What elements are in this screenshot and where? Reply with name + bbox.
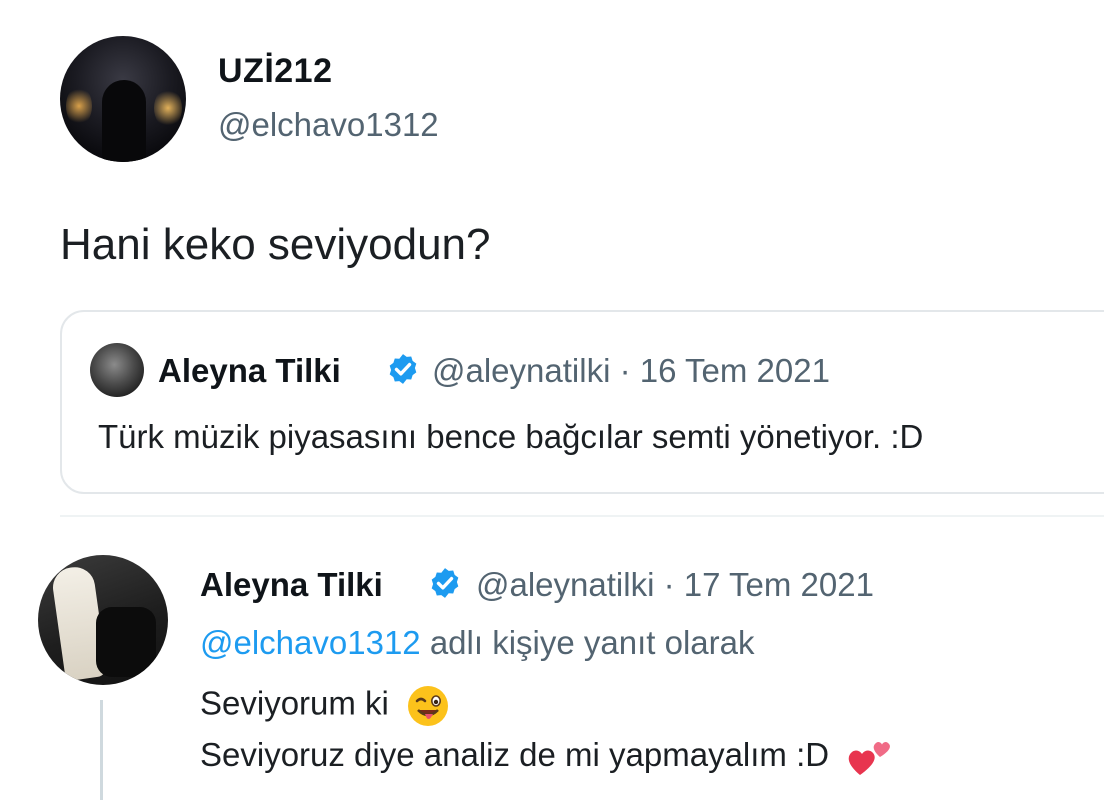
quoted-author-handle: @aleynatilki (432, 352, 611, 389)
quoted-tweet-card[interactable] (60, 310, 1104, 494)
replying-to-line: @elchavo1312 adlı kişiye yanıt olarak (200, 624, 754, 662)
verified-badge-icon (431, 568, 459, 598)
reply-author-handle[interactable]: @aleynatilki (476, 566, 654, 603)
winking-face-with-tongue-icon (408, 686, 449, 726)
tweet-text: Hani keko seviyodun? (60, 220, 491, 269)
quoted-tweet-date[interactable]: 16 Tem 2021 (640, 352, 830, 389)
reply-author-name[interactable]: Aleyna Tilki (200, 566, 383, 604)
reply-author-avatar[interactable] (38, 555, 168, 685)
quoted-tweet-meta: @aleynatilki · 16 Tem 2021 (432, 352, 830, 390)
two-hearts-icon (848, 742, 891, 776)
author-handle[interactable]: @elchavo1312 (218, 106, 439, 144)
author-avatar[interactable] (60, 36, 186, 162)
reply-text-line-2: Seviyoruz diye analiz de mi yapmayalım :… (200, 736, 892, 777)
quoted-tweet-text: Türk müzik piyasasını bence bağcılar sem… (98, 418, 924, 455)
mention-link[interactable]: @elchavo1312 (200, 624, 421, 661)
verified-badge-icon (389, 354, 417, 384)
quoted-author-avatar (90, 343, 144, 397)
divider (60, 515, 1104, 517)
author-display-name[interactable]: UZİ212 (218, 52, 333, 91)
meta-separator: · (619, 352, 631, 389)
reply-line-2-text: Seviyoruz diye analiz de mi yapmayalım :… (200, 736, 830, 773)
reply-text-line-1: Seviyorum ki (200, 684, 450, 728)
quoted-author-name: Aleyna Tilki (158, 352, 341, 389)
meta-separator: · (663, 566, 675, 603)
reply-line-1-text: Seviyorum ki (200, 684, 389, 722)
reply-date[interactable]: 17 Tem 2021 (684, 566, 874, 603)
thread-connector-line (100, 700, 103, 800)
replying-to-suffix: adlı kişiye yanıt olarak (429, 624, 755, 661)
reply-meta: @aleynatilki · 17 Tem 2021 (476, 566, 874, 604)
